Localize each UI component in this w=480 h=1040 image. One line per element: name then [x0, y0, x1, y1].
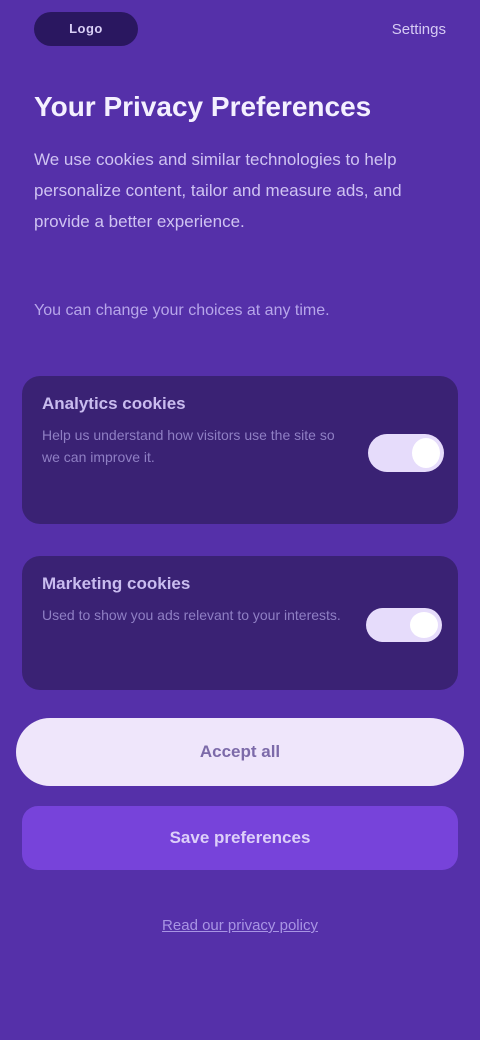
preference-card-analytics: Analytics cookies Help us understand how…	[22, 376, 458, 524]
privacy-policy-link[interactable]: Read our privacy policy	[120, 912, 360, 940]
accept-all-button[interactable]: Accept all	[16, 718, 464, 786]
top-link-button[interactable]: Settings	[354, 18, 446, 42]
top-bar: Logo Settings	[0, 0, 480, 64]
card-description: Help us understand how visitors use the …	[42, 427, 335, 465]
card-description: Used to show you ads relevant to your in…	[42, 607, 341, 623]
toggle-knob	[412, 438, 440, 468]
analytics-toggle[interactable]	[368, 434, 444, 472]
toggle-knob	[410, 612, 438, 638]
app-logo: Logo	[34, 12, 138, 46]
marketing-toggle[interactable]	[366, 608, 442, 642]
page-title: Your Privacy Preferences	[34, 91, 372, 122]
card-title: Marketing cookies	[42, 574, 191, 593]
save-preferences-button[interactable]: Save preferences	[22, 806, 458, 870]
sub-note: You can change your choices at any time.	[34, 302, 330, 319]
page-description: We use cookies and similar technologies …	[34, 150, 402, 231]
card-title: Analytics cookies	[42, 394, 186, 413]
preference-card-marketing: Marketing cookies Used to show you ads r…	[22, 556, 458, 690]
